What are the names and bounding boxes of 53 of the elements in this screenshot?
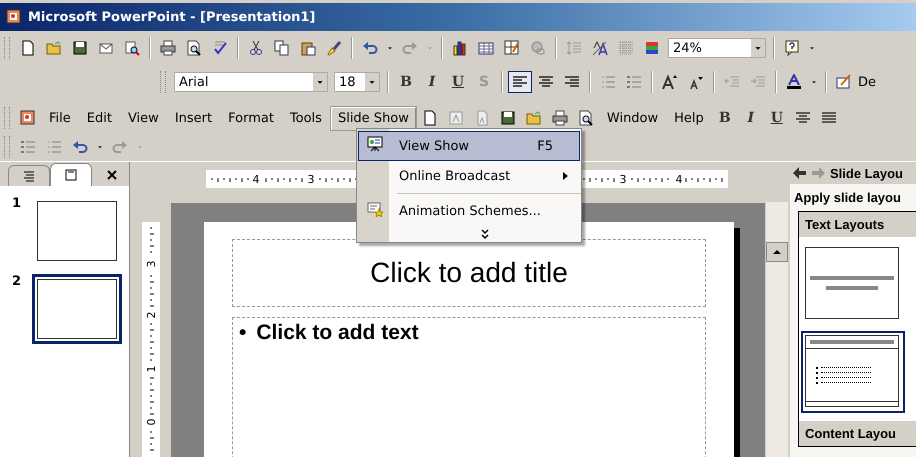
caret-icon[interactable] <box>751 39 765 57</box>
ruler-number: 2 <box>145 312 158 318</box>
window-title: Microsoft PowerPoint - [Presentation1] <box>28 10 316 24</box>
slide[interactable]: Click to add title • Click to add text <box>204 222 734 457</box>
slide-number: 2 <box>12 274 22 291</box>
menu-option[interactable]: View Show F5 <box>358 131 580 161</box>
outline-tab[interactable] <box>8 165 50 186</box>
pane-subtitle: Apply slide layou <box>793 189 902 207</box>
italic-button[interactable]: I <box>738 107 763 129</box>
ruler-number: 0 <box>145 418 158 426</box>
title-text-layout[interactable] <box>801 331 905 413</box>
slides-tab[interactable] <box>50 163 92 186</box>
menu-item[interactable]: Edit <box>80 106 119 130</box>
ruler-number: 3 <box>308 173 314 186</box>
menu-item[interactable]: File <box>42 106 78 130</box>
menu-item[interactable]: Insert <box>168 106 220 130</box>
back-arrow-icon[interactable] <box>792 165 808 181</box>
design-label[interactable]: De <box>858 74 876 90</box>
presentation-icon <box>6 9 22 25</box>
left-align-icon[interactable] <box>508 71 532 93</box>
underline-button[interactable]: U <box>764 107 789 129</box>
menu-item[interactable]: Format <box>221 106 281 130</box>
ruler-number: 1 <box>145 366 158 372</box>
pane-title: Slide Layou <box>830 166 903 180</box>
bullet: • <box>239 321 246 345</box>
ruler-number: 4 <box>676 173 682 186</box>
menu-option[interactable]: Online Broadcast <box>358 161 580 191</box>
scroll-up-icon[interactable] <box>766 242 788 262</box>
caret-icon[interactable] <box>313 73 327 91</box>
menu-item[interactable]: Slide Show <box>330 106 416 130</box>
section-header: Content Layou <box>799 421 916 446</box>
menu-item[interactable]: View <box>120 106 166 130</box>
ruler-number: 3 <box>620 173 626 186</box>
menu-item[interactable]: Window <box>600 106 666 130</box>
italic-button[interactable]: I <box>420 71 444 93</box>
font-size-combo[interactable]: 18 <box>334 72 380 92</box>
font-combo[interactable]: Arial <box>174 72 328 92</box>
menu-item[interactable]: Help <box>667 106 711 130</box>
placeholder-text: Click to add text <box>256 321 419 345</box>
zoom-combo[interactable]: 24% <box>668 38 766 58</box>
ruler-number: 4 <box>252 173 260 186</box>
bold-button[interactable]: B <box>394 71 418 93</box>
caret-icon[interactable] <box>365 73 379 91</box>
slide-number: 1 <box>12 196 22 213</box>
ruler-number: 3 <box>145 260 158 268</box>
text-placeholder[interactable]: • Click to add text <box>232 317 706 457</box>
slide-thumbnail[interactable] <box>32 274 122 344</box>
section-header: Text Layouts <box>799 212 916 237</box>
underline-button[interactable]: U <box>446 71 470 93</box>
bold-button[interactable]: B <box>712 107 737 129</box>
vertical-scrollbar[interactable] <box>765 202 788 457</box>
slide-icon <box>63 167 79 183</box>
menu-item[interactable]: Tools <box>282 106 329 130</box>
